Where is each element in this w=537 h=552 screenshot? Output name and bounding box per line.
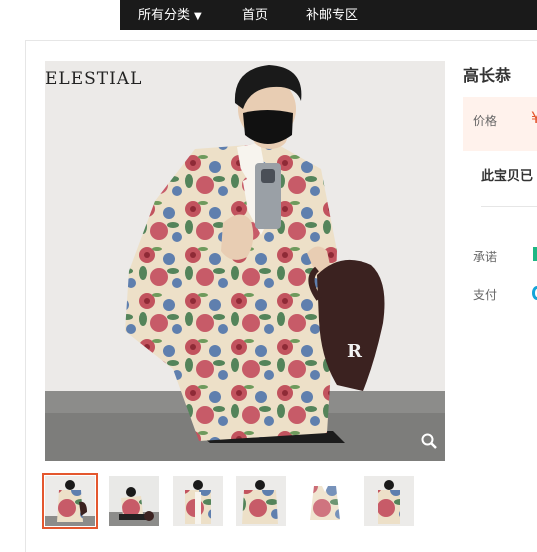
main-product-image[interactable]: R ELESTIAL <box>45 61 445 461</box>
price-box: 价格 ¥ <box>463 97 537 151</box>
payment-icon <box>532 286 537 300</box>
brand-logo: ELESTIAL <box>45 69 143 89</box>
promise-icon <box>533 247 537 261</box>
product-title: 高长恭 <box>463 66 512 85</box>
sold-status-text: 此宝贝已 <box>481 169 534 184</box>
nav-home-link[interactable]: 首页 <box>242 8 268 24</box>
top-nav-bar: 所有分类 ▼ 首页 补邮专区 <box>120 0 537 30</box>
caret-down-icon: ▼ <box>194 11 202 22</box>
cap-letter: R <box>347 341 363 362</box>
divider <box>481 206 537 207</box>
thumbnail-5[interactable] <box>300 476 350 526</box>
thumbnail-6[interactable] <box>364 476 414 526</box>
payment-label: 支付 <box>473 288 498 302</box>
nav-all-categories-label: 所有分类 <box>138 8 191 23</box>
product-photo-svg: R <box>45 61 445 461</box>
nav-all-categories[interactable]: 所有分类 ▼ <box>138 8 202 25</box>
thumbnail-1[interactable] <box>42 473 98 529</box>
price-label: 价格 <box>473 114 498 128</box>
thumbnail-2[interactable] <box>109 476 159 526</box>
nav-postage-zone-link[interactable]: 补邮专区 <box>306 8 358 24</box>
thumbnail-4[interactable] <box>236 476 286 526</box>
thumbnail-3[interactable] <box>173 476 223 526</box>
zoom-icon[interactable] <box>421 433 437 453</box>
promise-label: 承诺 <box>473 250 498 264</box>
price-symbol: ¥ <box>531 108 537 127</box>
